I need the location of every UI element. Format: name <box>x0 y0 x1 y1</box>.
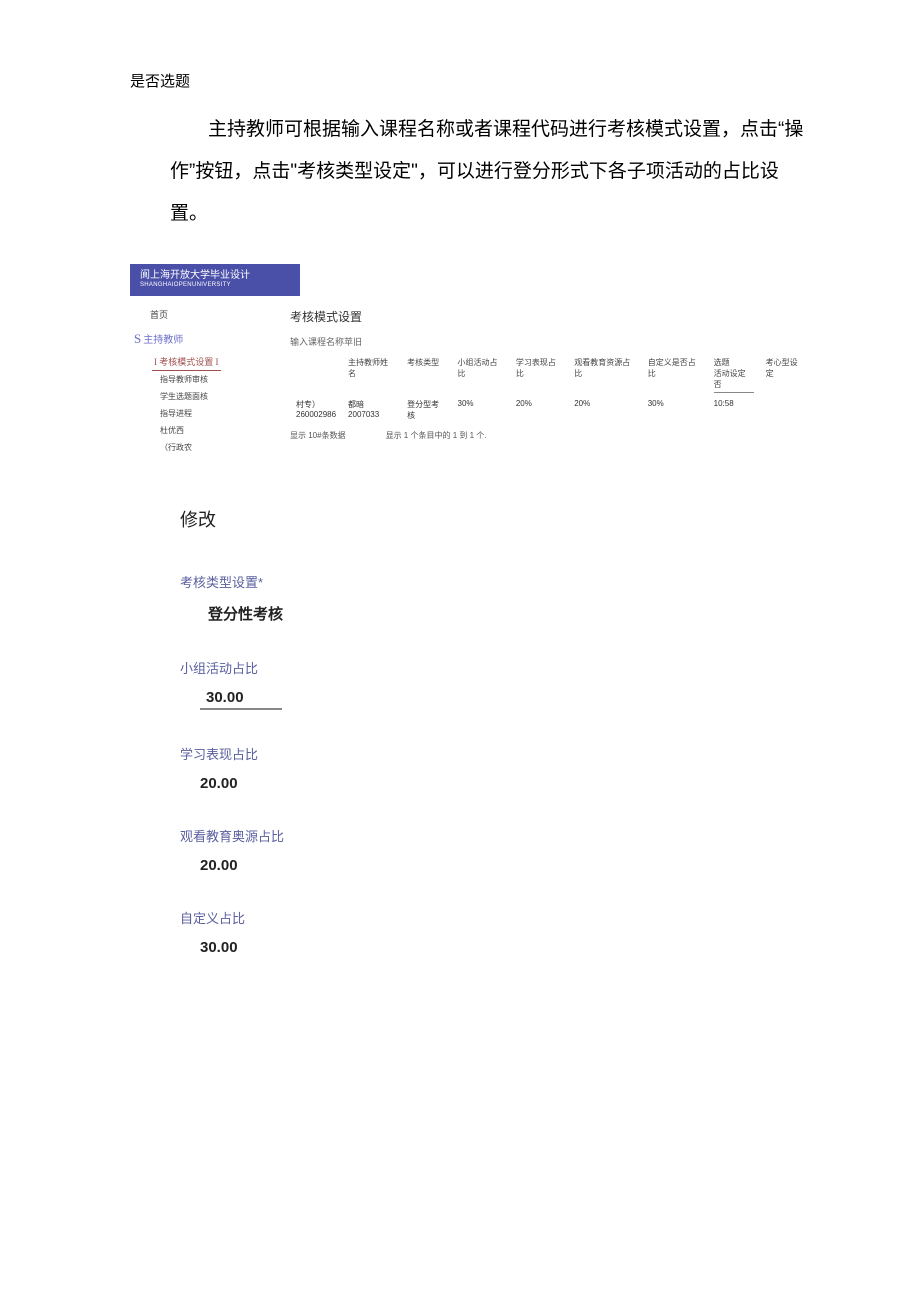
input-custom-pct[interactable]: 30.00 <box>200 939 810 956</box>
sidebar-item-misc-2[interactable]: （行政农 <box>130 439 280 456</box>
col-type-setup: 考心型设定 <box>760 354 810 396</box>
sidebar-item-student-topic[interactable]: 学生选题面核 <box>130 388 280 405</box>
cell-teacher-b: 2007033 <box>348 410 395 419</box>
edit-form: 修改 考核类型设置* 登分性考核 小组活动占比 30.00 学习表现占比 20.… <box>180 506 810 956</box>
cell-course-a: 村专） <box>296 399 336 410</box>
sidebar-item-guide-progress[interactable]: 指导进程 <box>130 405 280 422</box>
sidebar: 首页 S主持教师 I 考核模式设置 I 指导教师审核 学生选题面核 指导进程 杜… <box>130 302 280 456</box>
col-edu-pct: 观看教育资源占比 <box>568 354 642 396</box>
section-label: 主持教师 <box>143 335 183 346</box>
label-group-pct: 小组活动占比 <box>180 658 810 677</box>
table-header-row: 主持教师姓名 考核类型 小组活动占比 学习表现占比 观看教育资源占比 自定义是否… <box>290 354 810 396</box>
col-assess-type: 考核类型 <box>401 354 451 396</box>
label-assess-type: 考核类型设置* <box>180 572 810 591</box>
col-topic-activity: 选题 活动设定 否 <box>708 354 760 396</box>
cell-group-pct: 30% <box>452 396 510 424</box>
input-edu-pct[interactable]: 20.00 <box>200 857 810 874</box>
col-group-pct: 小组活动占比 <box>452 354 510 396</box>
input-group-pct[interactable]: 30.00 <box>200 689 282 710</box>
cell-edu-pct: 20% <box>568 396 642 424</box>
sidebar-item-assessment-mode[interactable]: I 考核模式设置 I <box>152 353 221 371</box>
app-header: 阆上海开放大学毕业设计 SHANGHAIOPENUNIVERSITY <box>130 264 300 295</box>
col-study-pct: 学习表现占比 <box>510 354 568 396</box>
input-study-pct[interactable]: 20.00 <box>200 775 810 792</box>
label-study-pct: 学习表现占比 <box>180 744 810 763</box>
form-heading: 修改 <box>180 506 810 532</box>
value-assess-type[interactable]: 登分性考核 <box>208 603 810 624</box>
sidebar-home[interactable]: 首页 <box>130 302 280 327</box>
cell-custom-pct: 30% <box>642 396 708 424</box>
search-input[interactable]: 输入课程名称苹旧 <box>290 337 362 347</box>
topic-flag-label: 是否选题 <box>130 70 810 91</box>
cell-teacher-a: 都暗 <box>348 399 395 410</box>
embedded-screenshot: 阆上海开放大学毕业设计 SHANGHAIOPENUNIVERSITY 首页 S主… <box>130 264 810 455</box>
pagination-info: 显示 1 个条目中的 1 到 1 个. <box>386 430 487 441</box>
label-custom-pct: 自定义占比 <box>180 908 810 927</box>
page-size-label: 显示 10#条数据 <box>290 430 346 441</box>
section-letter-icon: S <box>134 331 141 346</box>
page-title: 考核模式设置 <box>290 302 810 335</box>
table-row: 村专） 260002986 都暗 2007033 登分型考核 30% 20% 2… <box>290 396 810 424</box>
app-subtitle: SHANGHAIOPENUNIVERSITY <box>140 282 290 289</box>
col-custom-pct: 自定义是否占比 <box>642 354 708 396</box>
assessment-table: 主持教师姓名 考核类型 小组活动占比 学习表现占比 观看教育资源占比 自定义是否… <box>290 354 810 424</box>
app-title: 阆上海开放大学毕业设计 <box>140 270 290 282</box>
sidebar-item-misc-1[interactable]: 杜优西 <box>130 422 280 439</box>
cell-study-pct: 20% <box>510 396 568 424</box>
cell-course-b: 260002986 <box>296 410 336 419</box>
cell-time: 10:58 <box>708 396 760 424</box>
intro-paragraph: 主持教师可根据输入课程名称或者课程代码进行考核模式设置，点击“操作”按钮，点击"… <box>170 109 810 234</box>
main-panel: 考核模式设置 输入课程名称苹旧 主持教师姓名 考核类型 小组活动占比 学习表现占… <box>280 302 810 456</box>
cell-assess-type: 登分型考核 <box>401 396 451 424</box>
sidebar-item-advisor-review[interactable]: 指导教师审核 <box>130 371 280 388</box>
col-teacher-name: 主持教师姓名 <box>342 354 401 396</box>
label-edu-pct: 观看教育奥源占比 <box>180 826 810 845</box>
sidebar-section-host-teacher[interactable]: S主持教师 <box>130 327 280 351</box>
